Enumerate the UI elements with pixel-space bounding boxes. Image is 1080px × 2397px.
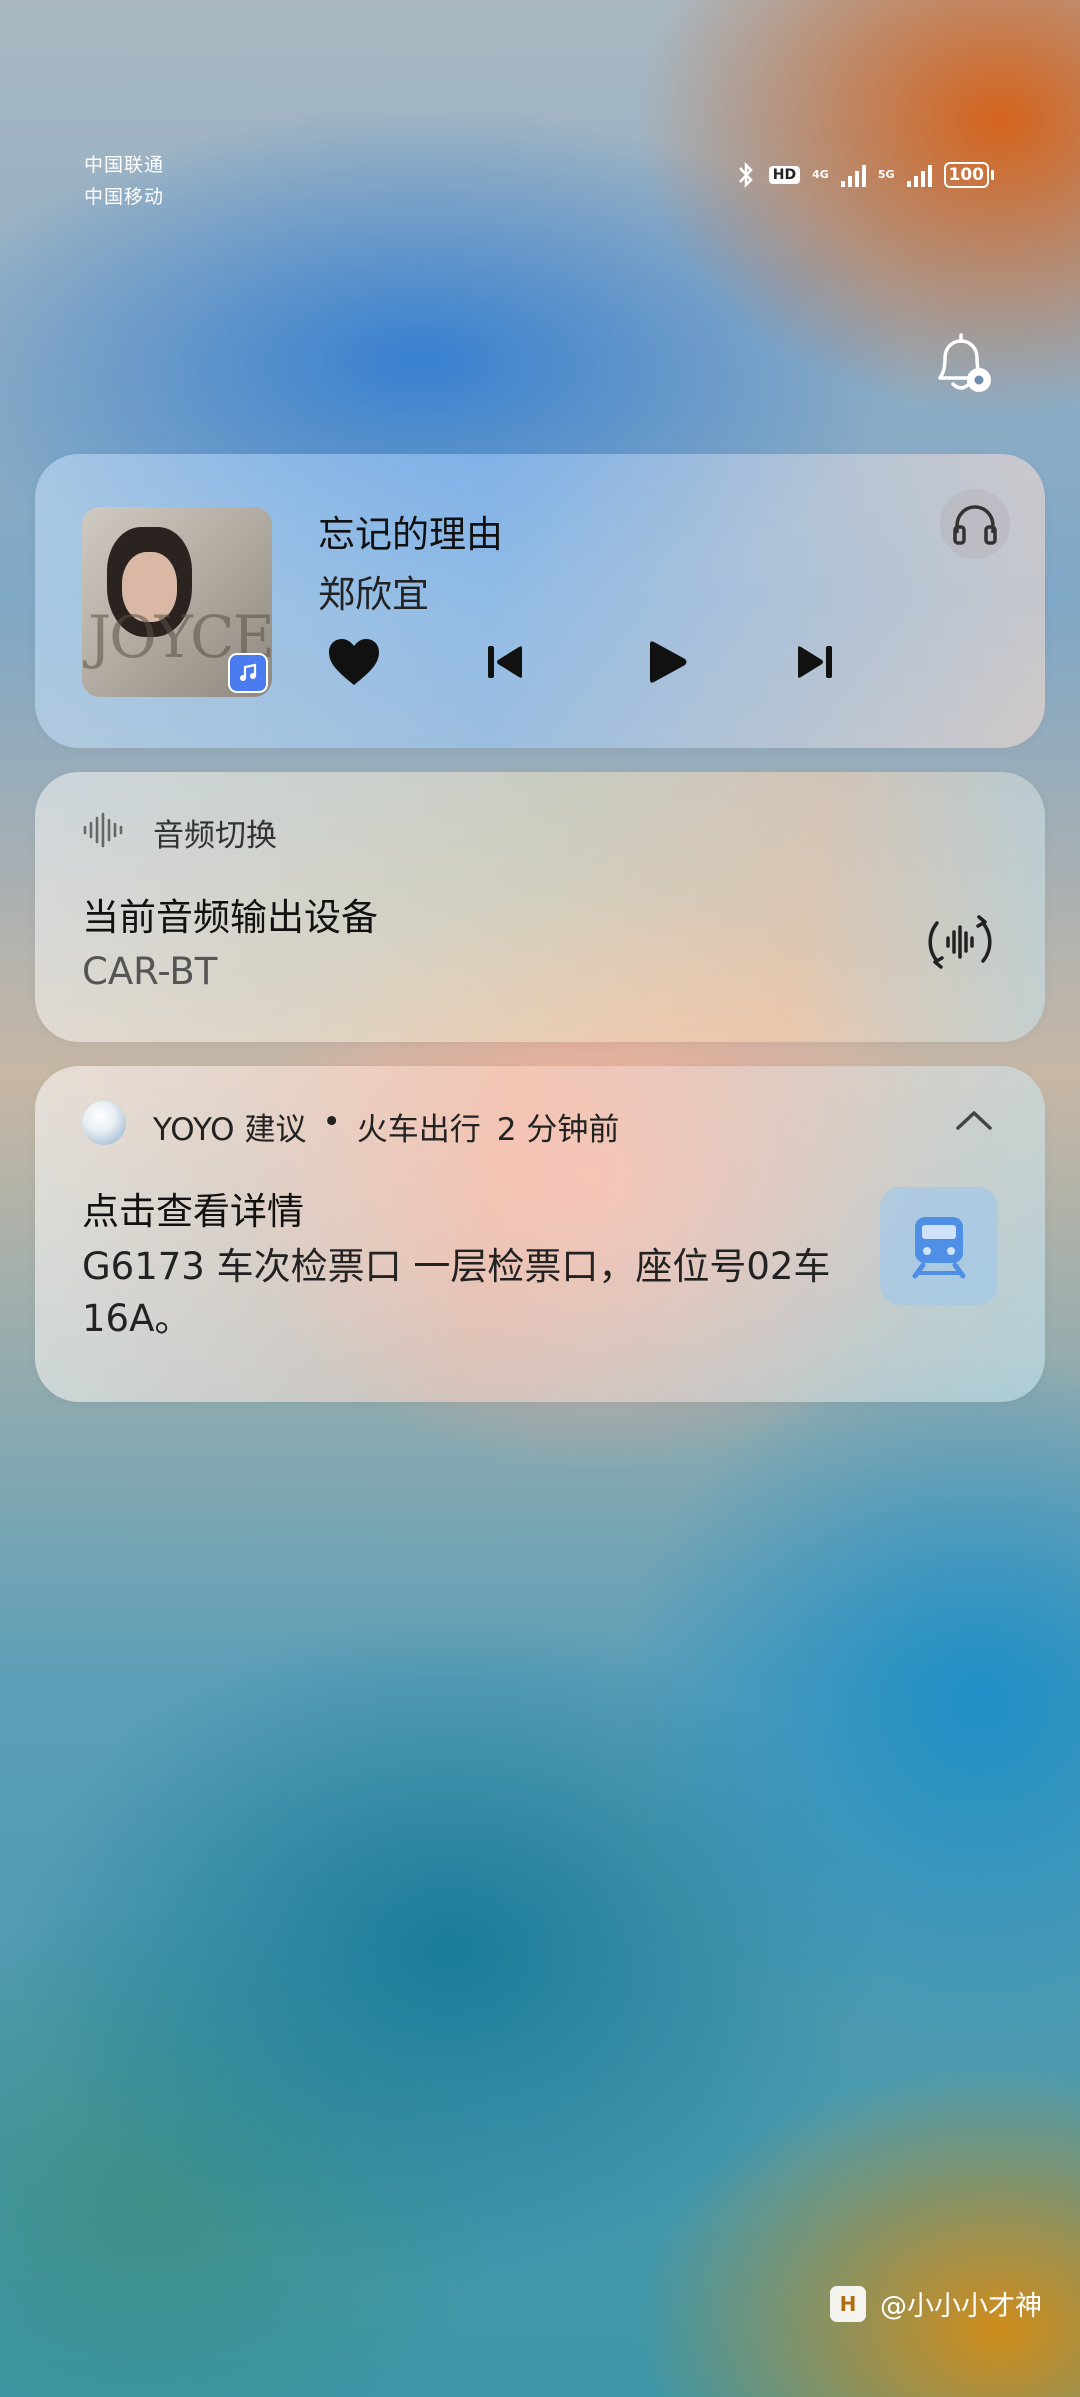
- yoyo-app-name: YOYO 建议: [153, 1112, 307, 1148]
- previous-button[interactable]: [477, 634, 533, 690]
- audio-wave-icon[interactable]: [923, 905, 997, 979]
- watermark-text: @小小小才神: [880, 2291, 1042, 2322]
- audio-switch-card[interactable]: 音频切换 当前音频输出设备 CAR-BT: [35, 772, 1045, 1042]
- yoyo-title: 点击查看详情: [82, 1190, 304, 1233]
- album-art[interactable]: JOYCE: [82, 507, 272, 697]
- status-bar: 中国联通 中国移动 HD 4G 5G 100: [0, 0, 1080, 208]
- audio-output-title: 当前音频输出设备: [82, 896, 378, 939]
- yoyo-time: 2 分钟前: [496, 1112, 620, 1148]
- previous-icon: [488, 646, 522, 678]
- network-type-1: 4G: [812, 168, 829, 181]
- watermark: H @小小小才神: [830, 2284, 1042, 2323]
- signal-icon-2: [906, 163, 932, 187]
- watermark-logo: H: [830, 2285, 866, 2322]
- bell-gear-icon[interactable]: [926, 330, 996, 400]
- battery-level: 100: [943, 162, 989, 188]
- battery-icon: 100: [943, 162, 994, 188]
- audio-switch-header: 音频切换: [153, 818, 277, 854]
- heart-icon: [329, 639, 379, 685]
- status-icons: HD 4G 5G 100: [735, 160, 994, 190]
- train-icon: [912, 1217, 966, 1279]
- music-player-card[interactable]: JOYCE 忘记的理由 郑欣宜: [35, 454, 1045, 748]
- network-type-2: 5G: [877, 168, 895, 181]
- audio-output-button[interactable]: [940, 489, 1010, 559]
- like-button[interactable]: [326, 634, 382, 690]
- separator-dot: •: [322, 1104, 341, 1140]
- next-icon: [798, 646, 832, 678]
- yoyo-category: 火车出行: [356, 1112, 481, 1148]
- song-title: 忘记的理由: [318, 513, 503, 556]
- headphones-icon: [953, 505, 997, 545]
- music-note-icon: [228, 653, 268, 693]
- audio-wave-small-icon: [83, 812, 123, 848]
- hd-badge: HD: [768, 166, 801, 184]
- song-artist: 郑欣宜: [318, 573, 429, 616]
- play-icon: [650, 641, 687, 683]
- carrier-1: 中国联通: [84, 154, 165, 176]
- yoyo-app-icon: [82, 1101, 126, 1145]
- train-tile[interactable]: [880, 1187, 998, 1305]
- yoyo-suggestion-card[interactable]: YOYO 建议 • 火车出行 2 分钟前 点击查看详情 G6173 车次检票口 …: [35, 1066, 1045, 1402]
- bluetooth-icon: [738, 161, 753, 189]
- signal-icon-1: [840, 163, 866, 187]
- carrier-2: 中国移动: [84, 186, 165, 208]
- yoyo-body: G6173 车次检票口 一层检票口，座位号02车16A。: [82, 1245, 831, 1340]
- next-button[interactable]: [787, 634, 843, 690]
- play-button[interactable]: [639, 634, 695, 690]
- audio-output-device: CAR-BT: [82, 950, 218, 993]
- chevron-up-icon[interactable]: [952, 1104, 996, 1134]
- yoyo-header: YOYO 建议 • 火车出行 2 分钟前: [153, 1104, 619, 1149]
